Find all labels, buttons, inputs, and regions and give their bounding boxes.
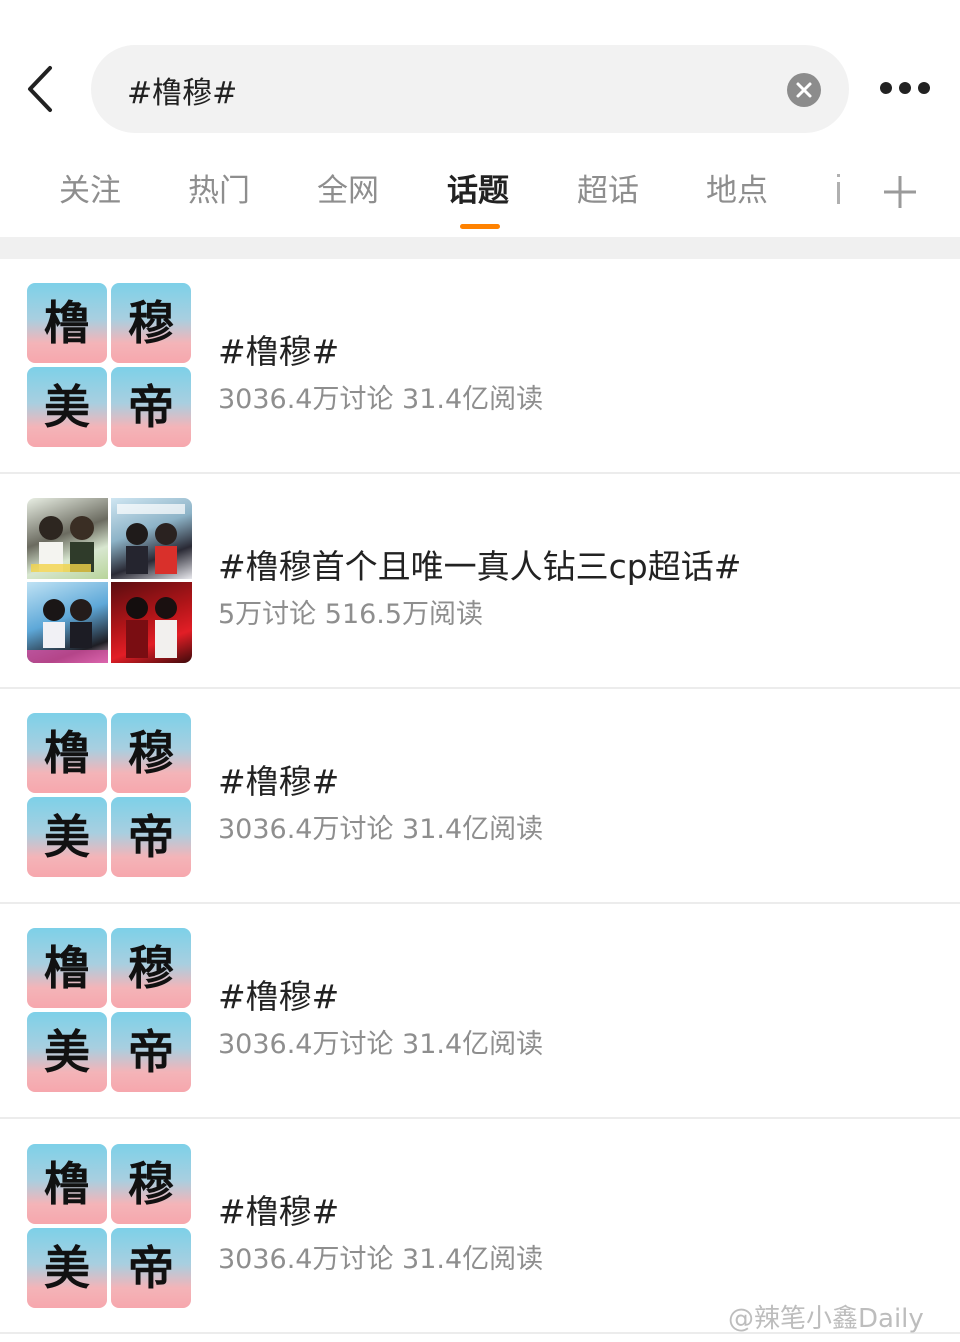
tab-places[interactable]: 地点: [706, 166, 768, 216]
topic-title: #橹穆#: [218, 762, 340, 801]
topic-title: #橹穆#: [218, 1192, 340, 1231]
topic-stats: 3036.4万讨论 31.4亿阅读: [218, 384, 544, 415]
topic-thumbnail: 橹 穆 美 帝: [27, 928, 192, 1093]
topic-stats: 3036.4万讨论 31.4亿阅读: [218, 1244, 544, 1275]
back-button[interactable]: [20, 62, 64, 116]
active-tab-indicator: [460, 224, 500, 229]
topic-item[interactable]: 橹 穆 美 帝 #橹穆# 3036.4万讨论 31.4亿阅读: [0, 689, 960, 904]
tab-overflow-hint[interactable]: [832, 168, 846, 214]
add-tab-button[interactable]: [880, 172, 920, 212]
more-dots-icon: [880, 82, 892, 94]
plus-icon: [884, 176, 916, 208]
clear-search-button[interactable]: [787, 73, 821, 107]
topic-title: #橹穆#: [218, 332, 340, 371]
section-divider: [0, 237, 960, 259]
topic-thumbnail-photo: [27, 498, 192, 663]
topic-stats: 3036.4万讨论 31.4亿阅读: [218, 814, 544, 845]
topic-item[interactable]: 橹 穆 美 帝 #橹穆# 3036.4万讨论 31.4亿阅读: [0, 904, 960, 1119]
topic-thumbnail: 橹 穆 美 帝: [27, 1144, 192, 1309]
search-bar[interactable]: [91, 45, 849, 135]
topic-stats: 5万讨论 516.5万阅读: [218, 599, 484, 630]
tab-super-topics[interactable]: 超话: [577, 166, 639, 216]
search-input[interactable]: [125, 45, 769, 135]
tab-all-web[interactable]: 全网: [317, 166, 379, 216]
tab-hot[interactable]: 热门: [188, 166, 250, 216]
topic-stats: 3036.4万讨论 31.4亿阅读: [218, 1029, 544, 1060]
topic-title: #橹穆#: [218, 977, 340, 1016]
close-icon: [796, 82, 812, 98]
more-options-button[interactable]: [872, 74, 934, 104]
topic-item[interactable]: 橹 穆 美 帝 #橹穆# 3036.4万讨论 31.4亿阅读: [0, 259, 960, 474]
tab-topics[interactable]: 话题: [447, 166, 509, 216]
top-bar: [0, 0, 960, 140]
search-tabs: 关注 热门 全网 话题 超话 地点: [0, 150, 960, 236]
topic-thumbnail: 橹 穆 美 帝: [27, 713, 192, 878]
topic-title: #橹穆首个且唯一真人钻三cp超话#: [218, 547, 742, 586]
topic-thumbnail: 橹 穆 美 帝: [27, 283, 192, 448]
tab-follow[interactable]: 关注: [59, 166, 121, 216]
topic-item[interactable]: #橹穆首个且唯一真人钻三cp超话# 5万讨论 516.5万阅读: [0, 474, 960, 689]
chevron-left-icon: [28, 66, 52, 112]
watermark: @辣笔小鑫Daily: [728, 1304, 924, 1334]
